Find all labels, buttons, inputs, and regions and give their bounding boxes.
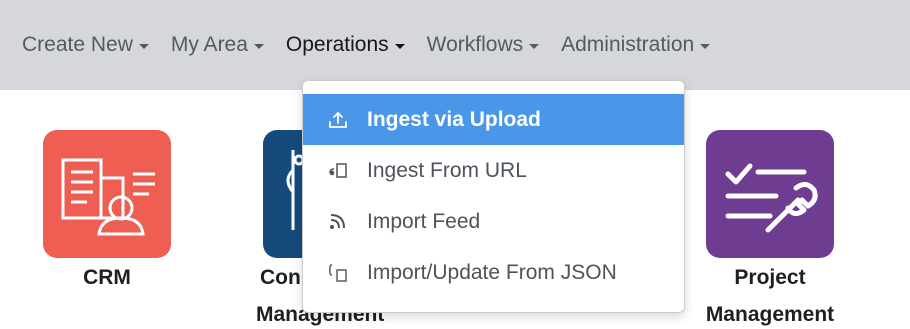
nav-administration-label: Administration (561, 33, 695, 56)
nav-my-area-label: My Area (170, 33, 248, 56)
menu-item-ingest-via-upload[interactable]: Ingest via Upload (303, 94, 684, 145)
caret-down-icon (700, 43, 711, 49)
nav-create-new-label: Create New (22, 33, 133, 56)
operations-dropdown-menu: Ingest via Upload Ingest From URL Import… (302, 80, 685, 313)
tile-crm-label: CRM (83, 266, 131, 289)
menu-item-label: Ingest via Upload (367, 107, 541, 131)
tile-project-label-2: Management (705, 303, 835, 326)
nav-operations-label: Operations (285, 33, 389, 56)
nav-workflows[interactable]: Workflows (426, 33, 540, 57)
nav-administration[interactable]: Administration (561, 33, 711, 57)
menu-item-label: Ingest From URL (367, 158, 527, 182)
nav-my-area[interactable]: My Area (171, 33, 264, 57)
rss-icon (327, 211, 349, 233)
caret-down-icon (138, 43, 149, 49)
tile-project-label-1: Project (734, 266, 806, 289)
menu-item-label: Import Feed (367, 209, 481, 233)
nav-create-new[interactable]: Create New (22, 33, 149, 57)
crm-icon[interactable] (43, 130, 171, 258)
caret-down-icon (394, 43, 405, 49)
menu-item-import-update-from-json[interactable]: Import/Update From JSON (303, 247, 684, 298)
link-icon (327, 160, 349, 182)
caret-down-icon (529, 43, 540, 49)
nav-workflows-label: Workflows (426, 33, 524, 56)
json-icon (327, 262, 349, 284)
top-navbar: Create New My Area Operations Workflows … (0, 0, 910, 90)
caret-down-icon (253, 43, 264, 49)
page: Create New My Area Operations Workflows … (0, 0, 910, 329)
menu-item-label: Import/Update From JSON (367, 260, 617, 284)
menu-item-ingest-from-url[interactable]: Ingest From URL (303, 145, 684, 196)
menu-item-import-feed[interactable]: Import Feed (303, 196, 684, 247)
nav-operations[interactable]: Operations (286, 33, 405, 57)
project-management-icon[interactable] (706, 130, 834, 258)
upload-icon (327, 109, 349, 131)
